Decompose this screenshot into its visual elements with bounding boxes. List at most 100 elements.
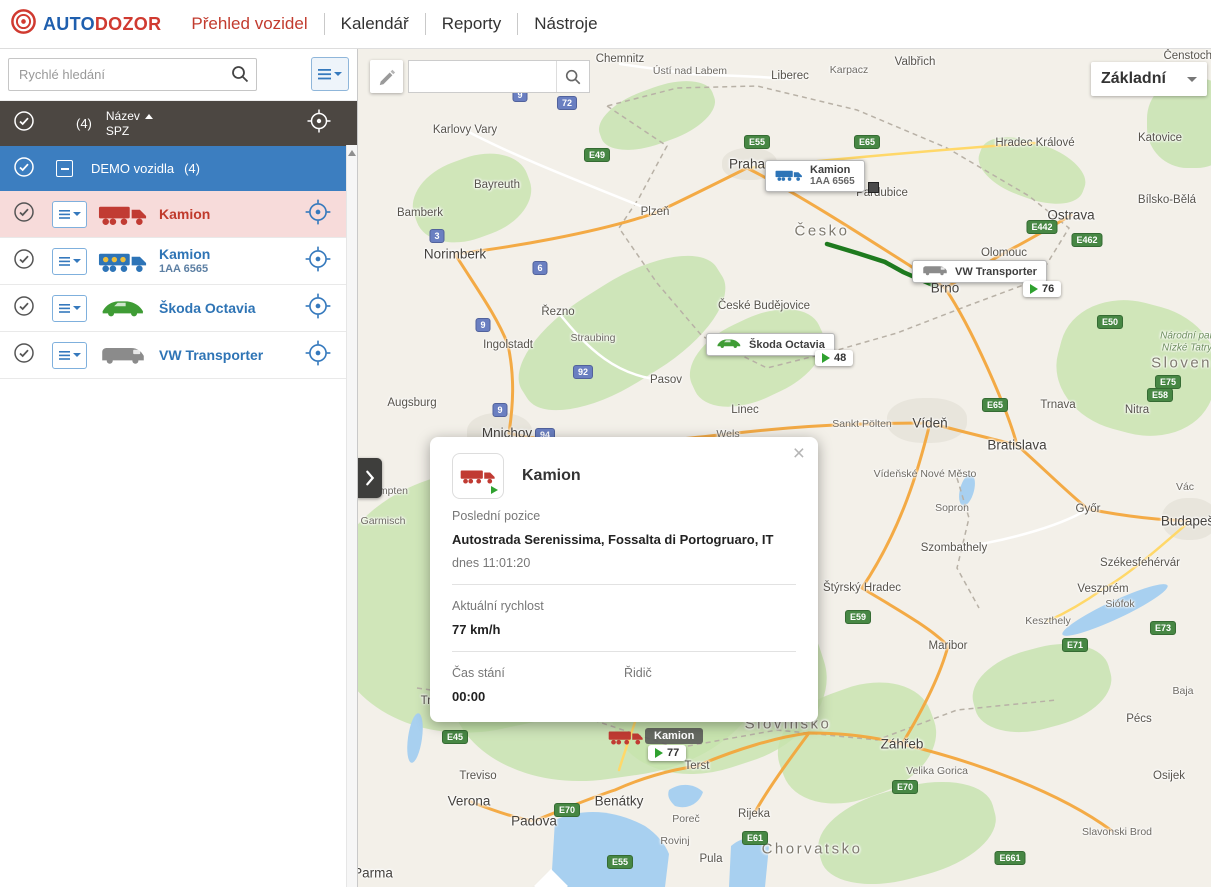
vehicle-info-popup: × Kamion Poslední pozice Autostrada Sere… <box>430 437 818 722</box>
truck-icon <box>87 249 159 274</box>
vehicle-name[interactable]: VW Transporter <box>159 348 263 363</box>
current-speed-label: Aktuální rychlost <box>452 599 796 613</box>
locate-vehicle-icon[interactable] <box>304 292 332 325</box>
locate-vehicle-icon[interactable] <box>304 339 332 372</box>
map-marker-kamion-1aa6565[interactable]: Kamion 1AA 6565 <box>765 160 865 192</box>
vehicle-check-icon[interactable] <box>12 247 36 276</box>
marker-vehicle-plate: 1AA 6565 <box>810 176 855 188</box>
marker-position-dot <box>868 182 879 193</box>
van-icon <box>922 264 948 279</box>
vehicle-row-kamion[interactable]: Kamion <box>0 191 357 238</box>
driver-label: Řidič <box>624 666 796 680</box>
vehicle-check-icon[interactable] <box>12 294 36 323</box>
current-speed-value: 77 km/h <box>452 622 796 637</box>
sidebar-search-row <box>0 48 357 101</box>
vehicle-name[interactable]: Kamion <box>159 247 210 262</box>
locate-vehicle-icon[interactable] <box>304 198 332 231</box>
chevron-down-icon <box>73 306 81 310</box>
chevron-down-icon <box>1187 77 1197 82</box>
chevron-down-icon <box>334 72 342 76</box>
collapse-group-icon[interactable] <box>56 160 73 177</box>
chevron-down-icon <box>73 212 81 216</box>
sort-asc-icon <box>145 114 153 119</box>
vehicle-menu-button[interactable] <box>52 295 87 322</box>
vehicle-menu-button[interactable] <box>52 248 87 275</box>
moving-icon <box>822 353 830 363</box>
app-window: AUTODOZOR Přehled vozidel Kalendář Repor… <box>0 0 1211 887</box>
sort-by-name[interactable]: Název <box>106 109 153 124</box>
map-search-box <box>408 60 590 93</box>
standing-time-value: 00:00 <box>452 689 624 704</box>
vehicle-menu-button[interactable] <box>52 201 87 228</box>
group-count: (4) <box>184 161 200 176</box>
speed-value: 77 <box>667 747 679 759</box>
vehicle-name[interactable]: Škoda Octavia <box>159 301 256 316</box>
vehicle-name[interactable]: Kamion <box>159 207 210 222</box>
last-position-address: Autostrada Serenissima, Fossalta di Port… <box>452 532 796 547</box>
standing-time-label: Čas stání <box>452 666 624 680</box>
sidebar-collapse-button[interactable] <box>357 458 382 498</box>
map-search-input[interactable] <box>409 61 556 92</box>
draw-tool-button[interactable] <box>370 60 403 93</box>
group-label: DEMO vozidla <box>91 161 174 176</box>
popup-title: Kamion <box>522 467 581 485</box>
marker-vehicle-name: Škoda Octavia <box>749 339 825 351</box>
hamburger-icon <box>59 351 70 360</box>
search-icon <box>564 68 582 86</box>
popup-vehicle-icon <box>452 453 504 499</box>
nav-item-kalendar[interactable]: Kalendář <box>325 0 425 48</box>
search-icon[interactable] <box>230 64 250 89</box>
vehicle-row-skoda-octavia[interactable]: Škoda Octavia <box>0 285 357 332</box>
speed-badge[interactable]: 77 <box>648 745 686 761</box>
vehicle-sidebar: (4) Název SPZ DEMO vozidla <box>0 48 358 887</box>
speed-value: 76 <box>1042 283 1054 295</box>
marker-vehicle-name: VW Transporter <box>955 266 1037 278</box>
nav-item-nastroje[interactable]: Nástroje <box>518 0 613 48</box>
map-style-label: Základní <box>1101 70 1166 88</box>
nav-item-prehled-vozidel[interactable]: Přehled vozidel <box>175 0 323 48</box>
vehicle-check-icon[interactable] <box>12 341 36 370</box>
map-style-selector[interactable]: Základní <box>1091 62 1207 96</box>
scroll-up-icon[interactable] <box>348 150 356 156</box>
quick-search-input[interactable] <box>8 58 257 91</box>
sort-block: Název SPZ <box>106 109 153 139</box>
pencil-icon <box>378 68 396 86</box>
sidebar-scrollbar[interactable] <box>346 145 357 887</box>
truck-icon <box>87 202 159 227</box>
map-canvas[interactable]: ChemnitzÚstí nad LabemLiberecKarpaczValb… <box>357 48 1211 887</box>
last-position-label: Poslední pozice <box>452 509 796 523</box>
locate-vehicle-icon[interactable] <box>304 245 332 278</box>
map-marker-kamion-label[interactable]: Kamion <box>645 728 703 744</box>
moving-icon <box>491 486 498 494</box>
vehicle-row-kamion-1aa6565[interactable]: Kamion 1AA 6565 <box>0 238 357 285</box>
group-row-demo-vozidla[interactable]: DEMO vozidla (4) <box>0 146 357 191</box>
van-icon <box>87 344 159 365</box>
speed-badge[interactable]: 76 <box>1023 281 1061 297</box>
truck-icon <box>775 168 803 185</box>
map-search-button[interactable] <box>556 61 589 92</box>
select-all-check-icon[interactable] <box>12 109 36 138</box>
vehicle-check-icon[interactable] <box>12 200 36 229</box>
moving-icon <box>655 748 663 758</box>
logo-text: AUTODOZOR <box>43 14 161 35</box>
vehicle-plate: 1AA 6565 <box>159 263 210 275</box>
app-logo[interactable]: AUTODOZOR <box>0 8 175 40</box>
sort-by-plate[interactable]: SPZ <box>106 124 153 139</box>
locate-all-icon[interactable] <box>306 108 332 139</box>
nav-item-reporty[interactable]: Reporty <box>426 0 518 48</box>
vehicle-row-vw-transporter[interactable]: VW Transporter <box>0 332 357 379</box>
top-bar: AUTODOZOR Přehled vozidel Kalendář Repor… <box>0 0 1211 49</box>
speed-badge[interactable]: 48 <box>815 350 853 366</box>
last-position-time: dnes 11:01:20 <box>452 556 796 570</box>
vehicle-count: (4) <box>76 116 92 131</box>
chevron-down-icon <box>73 353 81 357</box>
hamburger-icon <box>59 257 70 266</box>
list-options-button[interactable] <box>311 57 349 91</box>
search-box <box>8 58 257 91</box>
group-check-icon[interactable] <box>12 155 36 182</box>
vehicle-menu-button[interactable] <box>52 342 87 369</box>
car-icon <box>716 337 742 352</box>
map-marker-vw-transporter[interactable]: VW Transporter <box>912 260 1047 283</box>
map-marker-kamion-truck-icon[interactable] <box>608 728 644 751</box>
close-icon[interactable]: × <box>793 443 805 464</box>
